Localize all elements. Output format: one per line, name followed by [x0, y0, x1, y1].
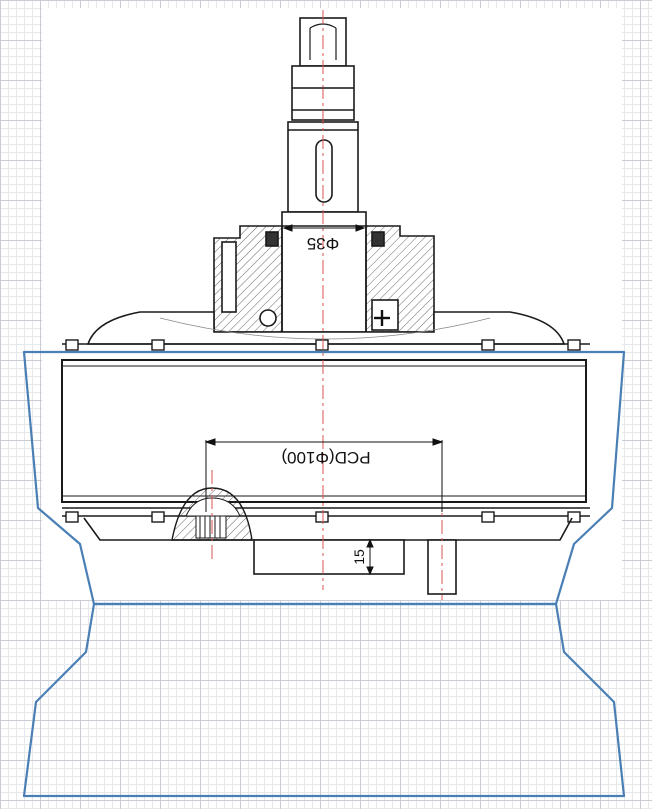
- bolt: [481, 339, 495, 351]
- shaft-lower: [281, 211, 367, 333]
- bolt: [65, 511, 79, 523]
- dim-offset: 15: [351, 549, 367, 565]
- bolt: [315, 511, 329, 523]
- bolt: [315, 339, 329, 351]
- bolt: [151, 339, 165, 351]
- housing-right-cavity: [371, 299, 399, 331]
- bearing-ball: [259, 309, 277, 327]
- shaft-keyway: [315, 139, 333, 203]
- pinion-teeth: [195, 515, 227, 539]
- main-body: [61, 359, 587, 503]
- output-hub: [253, 539, 405, 575]
- dim-pcd: PCD(Φ100): [281, 448, 370, 467]
- housing-bolt: [221, 241, 237, 313]
- gearbox-drawing: Φ35 PCD(Φ100) 15: [22, 8, 626, 798]
- overlay-base: [22, 602, 626, 798]
- seal-right: [371, 231, 385, 247]
- bolt: [567, 339, 581, 351]
- bolt: [65, 339, 79, 351]
- seal-left: [265, 231, 279, 247]
- bolt: [481, 511, 495, 523]
- dim-shaft-diameter: Φ35: [307, 234, 339, 253]
- bolt: [151, 511, 165, 523]
